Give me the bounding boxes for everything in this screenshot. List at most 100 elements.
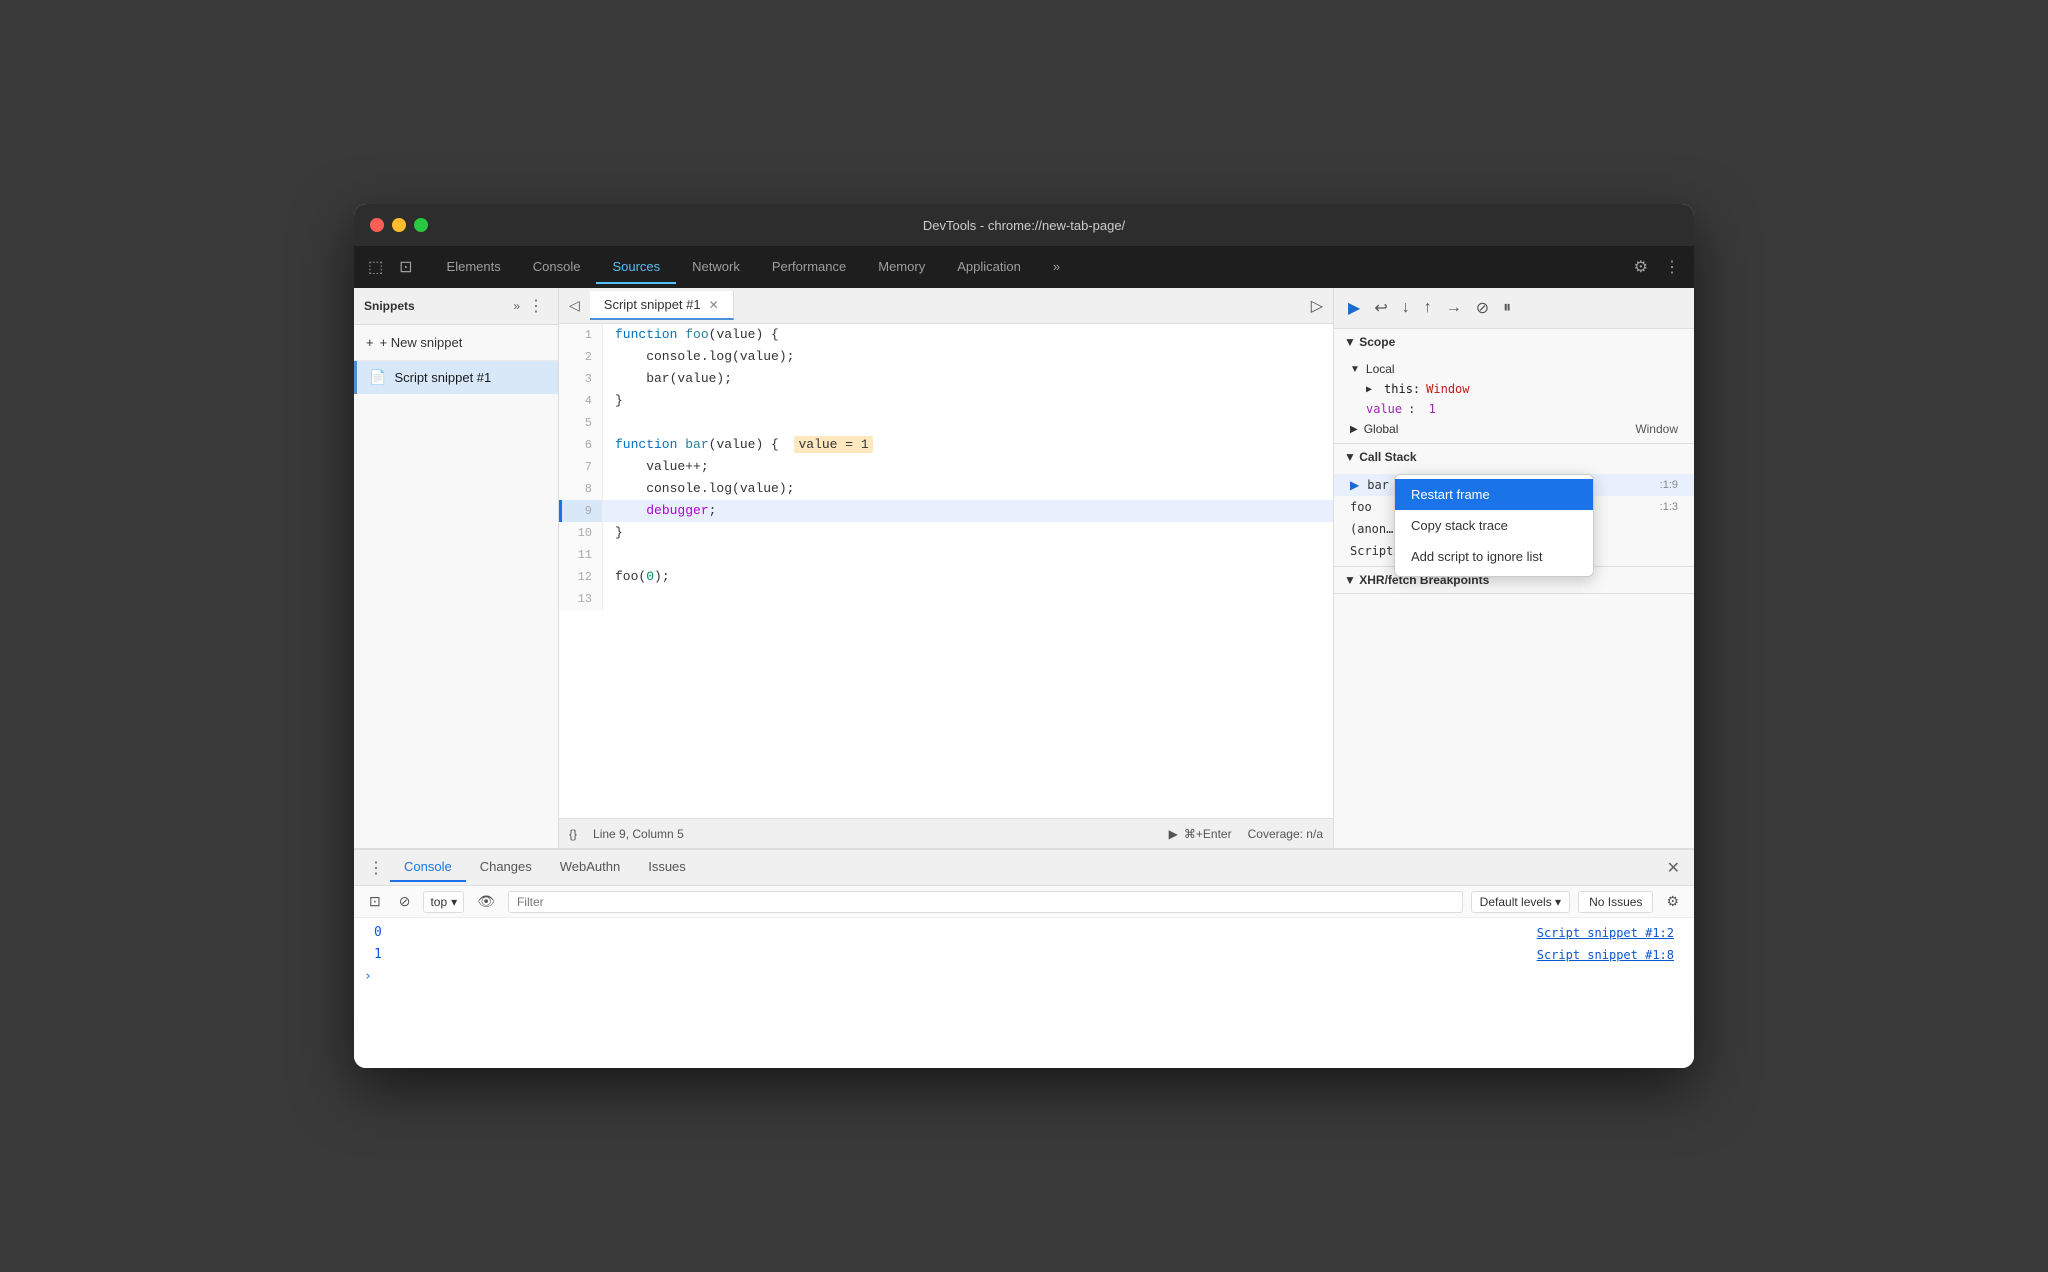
top-context-dropdown[interactable]: top ▾ <box>423 891 464 913</box>
callstack-foo-loc: :1:3 <box>1660 501 1678 513</box>
run-command[interactable]: ▶ ⌘+Enter <box>1169 827 1232 841</box>
bottom-panel-close-icon[interactable]: ✕ <box>1661 858 1686 878</box>
scope-this-item[interactable]: ▶ this: Window <box>1334 379 1694 399</box>
code-line-4: 4 } <box>559 390 1333 412</box>
bottom-tab-webauthn[interactable]: WebAuthn <box>546 853 634 882</box>
levels-label: Default levels ▾ <box>1480 895 1561 909</box>
console-clear-icon[interactable]: ⊡ <box>364 890 386 913</box>
tab-console[interactable]: Console <box>517 251 597 284</box>
tab-bar-icons: ⬚ ⊡ <box>362 253 419 281</box>
ctx-add-to-ignore[interactable]: Add script to ignore list <box>1395 541 1593 572</box>
maximize-button[interactable] <box>414 218 428 232</box>
tab-more-icon[interactable]: » <box>1037 251 1076 284</box>
bottom-tab-console[interactable]: Console <box>390 853 466 882</box>
console-issues-button[interactable]: No Issues <box>1578 891 1653 913</box>
call-stack-triangle-icon: ▼ <box>1344 450 1356 464</box>
console-block-icon[interactable]: ⊘ <box>394 890 416 913</box>
local-scope-header[interactable]: ▼ Local <box>1334 359 1694 379</box>
deactivate-breakpoints-button[interactable]: ⊘ <box>1472 294 1493 322</box>
console-levels-dropdown[interactable]: Default levels ▾ <box>1471 891 1570 913</box>
snippet-name: Script snippet #1 <box>394 370 491 385</box>
scope-value-item[interactable]: value : 1 <box>1334 399 1694 419</box>
tab-memory[interactable]: Memory <box>862 251 941 284</box>
tab-application[interactable]: Application <box>941 251 1037 284</box>
run-icon: ▶ <box>1169 827 1178 841</box>
sidebar-toggle-icon[interactable]: ◁ <box>559 289 590 322</box>
tab-sources[interactable]: Sources <box>596 251 676 284</box>
bottom-more-icon[interactable]: ⋮ <box>362 858 390 878</box>
resume-button[interactable]: ▶ <box>1344 294 1364 322</box>
new-snippet-button[interactable]: + + New snippet <box>354 325 558 361</box>
step-out-button[interactable]: ↑ <box>1420 295 1436 321</box>
code-line-9: 9 debugger; <box>559 500 1333 522</box>
console-settings-icon[interactable]: ⚙ <box>1661 890 1684 913</box>
snippet-item[interactable]: 📄 Script snippet #1 <box>354 361 558 394</box>
console-toolbar: ⊡ ⊘ top ▾ 👁 Default levels ▾ No Issues ⚙ <box>354 886 1694 918</box>
pause-on-exceptions-button[interactable]: ⏸ <box>1499 295 1515 321</box>
left-panel: Snippets » ⋮ + + New snippet 📄 Script sn… <box>354 288 559 848</box>
device-toggle-icon[interactable]: ⊡ <box>393 253 418 281</box>
console-log-1: 1 Script snippet #1:8 <box>354 944 1694 966</box>
console-log-1-value: 1 <box>374 947 404 962</box>
main-layout: Snippets » ⋮ + + New snippet 📄 Script sn… <box>354 288 1694 1068</box>
close-button[interactable] <box>370 218 384 232</box>
minimize-button[interactable] <box>392 218 406 232</box>
editor-status-bar: {} Line 9, Column 5 ▶ ⌘+Enter Coverage: … <box>559 818 1333 848</box>
bottom-tab-changes[interactable]: Changes <box>466 853 546 882</box>
code-line-7: 7 value++; <box>559 456 1333 478</box>
editor-tab-close-icon[interactable]: ✕ <box>709 298 719 312</box>
call-stack-section: ▼ Call Stack ▶ bar :1:9 foo :1:3 <box>1334 444 1694 567</box>
global-scope-header[interactable]: ▶ Global Window <box>1334 419 1694 439</box>
scope-section: ▼ Scope ▼ Local ▶ this: Window <box>1334 329 1694 444</box>
code-line-13: 13 <box>559 588 1333 610</box>
console-filter-input[interactable] <box>508 891 1463 913</box>
local-triangle-icon: ▼ <box>1350 364 1360 375</box>
console-eye-icon[interactable]: 👁 <box>472 890 500 913</box>
step-button[interactable]: → <box>1442 295 1466 321</box>
call-stack-header[interactable]: ▼ Call Stack <box>1334 444 1694 470</box>
snippets-dots-icon[interactable]: ⋮ <box>524 296 548 316</box>
bottom-tab-issues[interactable]: Issues <box>634 853 700 882</box>
run-shortcut: ⌘+Enter <box>1184 827 1232 841</box>
console-log-0-value: 0 <box>374 925 404 940</box>
more-options-icon[interactable]: ⋮ <box>1658 253 1686 281</box>
scope-header[interactable]: ▼ Scope <box>1334 329 1694 355</box>
ctx-copy-stack-trace[interactable]: Copy stack trace <box>1395 510 1593 541</box>
debugger-toolbar: ▶ ↩ ↓ ↑ → ⊘ ⏸ <box>1334 288 1694 329</box>
coverage-status: Coverage: n/a <box>1248 827 1323 841</box>
main-tab-bar: ⬚ ⊡ Elements Console Sources Network Per… <box>354 246 1694 288</box>
step-over-button[interactable]: ↩ <box>1370 294 1391 322</box>
snippet-file-icon: 📄 <box>369 369 386 386</box>
tab-network[interactable]: Network <box>676 251 756 284</box>
plus-icon: + <box>366 335 374 350</box>
run-snippet-icon[interactable]: ▷ <box>1301 290 1333 322</box>
ctx-restart-frame[interactable]: Restart frame <box>1395 479 1593 510</box>
step-into-button[interactable]: ↓ <box>1398 295 1414 321</box>
devtools-window: DevTools - chrome://new-tab-page/ ⬚ ⊡ El… <box>354 204 1694 1068</box>
format-icon[interactable]: {} <box>569 827 577 841</box>
scope-content: ▼ Local ▶ this: Window value : 1 <box>1334 355 1694 443</box>
window-title: DevTools - chrome://new-tab-page/ <box>923 218 1125 233</box>
bottom-tab-bar: ⋮ Console Changes WebAuthn Issues ✕ <box>354 850 1694 886</box>
settings-icon[interactable]: ⚙ <box>1628 253 1654 281</box>
callstack-arrow-icon: ▶ <box>1350 478 1359 492</box>
editor-file-tab[interactable]: Script snippet #1 ✕ <box>590 291 734 320</box>
console-log-1-src[interactable]: Script snippet #1:8 <box>1537 948 1674 962</box>
global-scope-label: Global <box>1364 422 1399 436</box>
console-log-0-src[interactable]: Script snippet #1:2 <box>1537 926 1674 940</box>
code-line-11: 11 <box>559 544 1333 566</box>
scope-triangle-icon: ▼ <box>1344 335 1356 349</box>
issues-label: No Issues <box>1589 895 1642 909</box>
console-prompt[interactable]: › <box>354 966 1694 987</box>
title-bar: DevTools - chrome://new-tab-page/ <box>354 204 1694 246</box>
global-triangle-icon: ▶ <box>1350 424 1358 435</box>
snippets-more-icon[interactable]: » <box>509 299 524 313</box>
this-expand-icon: ▶ <box>1366 384 1372 395</box>
top-label: top <box>430 895 447 909</box>
tab-performance[interactable]: Performance <box>756 251 862 284</box>
code-line-8: 8 console.log(value); <box>559 478 1333 500</box>
select-tool-icon[interactable]: ⬚ <box>362 253 389 281</box>
tab-elements[interactable]: Elements <box>431 251 517 284</box>
code-editor[interactable]: 1 function foo(value) { 2 console.log(va… <box>559 324 1333 818</box>
tab-bar-right: ⚙ ⋮ <box>1628 253 1686 281</box>
